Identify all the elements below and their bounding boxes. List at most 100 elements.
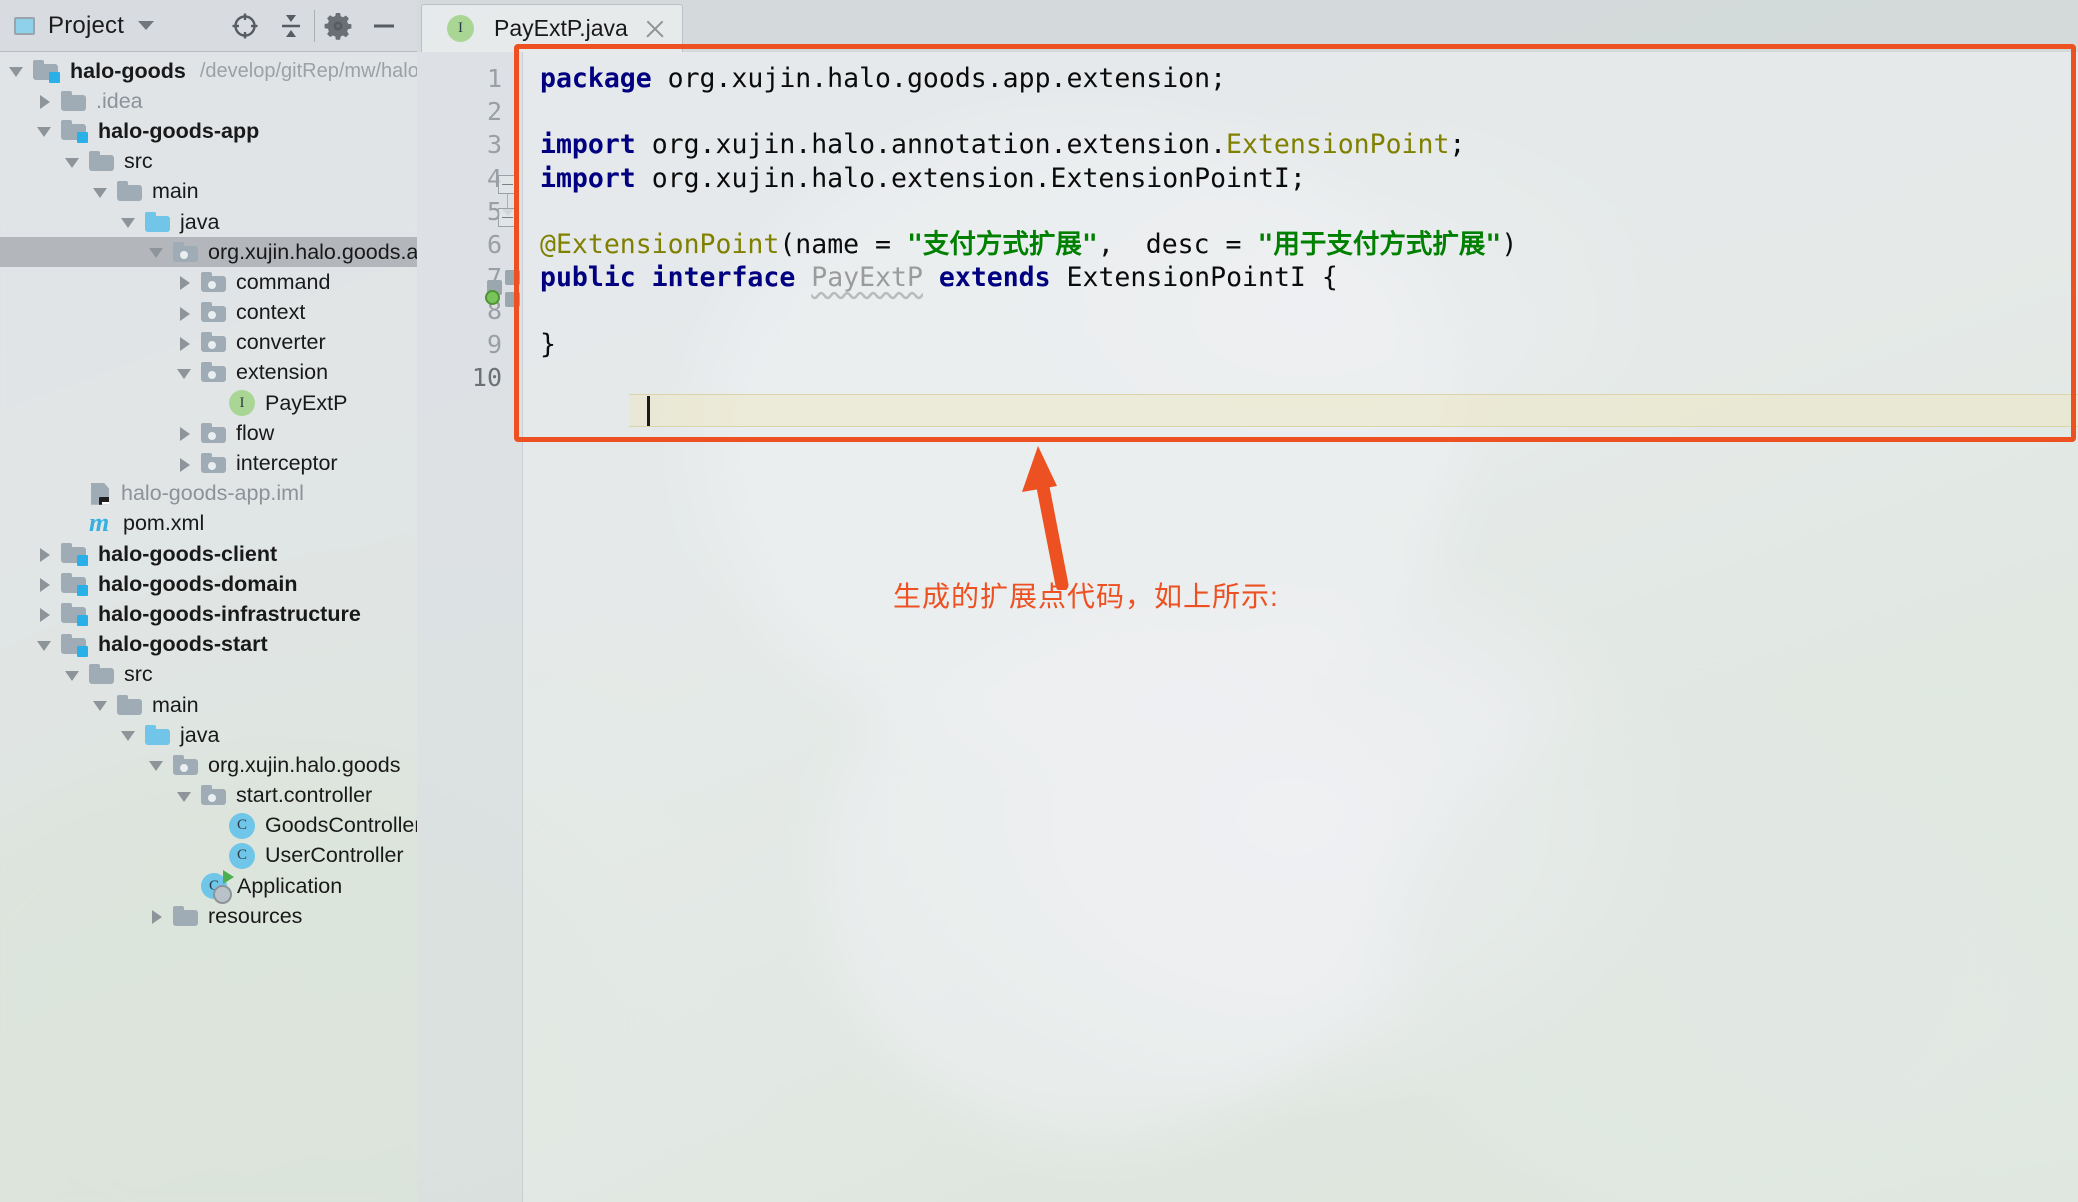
tree-row-idea[interactable]: .idea xyxy=(0,86,417,116)
expand-arrow-icon[interactable] xyxy=(174,302,196,324)
expand-arrow-icon[interactable] xyxy=(174,271,196,293)
tree-row-halo-goods-infrastructure[interactable]: halo-goods-infrastructure xyxy=(0,599,417,629)
code-line[interactable]: package org.xujin.halo.goods.app.extensi… xyxy=(540,62,1517,95)
tree-row-halo-goods-app[interactable]: halo-goods-app xyxy=(0,116,417,146)
tree-item-label: main xyxy=(152,179,199,204)
tree-row-flow[interactable]: flow xyxy=(0,418,417,448)
expand-arrow-icon[interactable] xyxy=(34,573,56,595)
tree-row-org-xujin-halo-goods[interactable]: org.xujin.halo.goods xyxy=(0,750,417,780)
tree-row-root[interactable]: halo-goods /develop/gitRep/mw/halo-g xyxy=(0,56,417,86)
tree-item-label: halo-goods-infrastructure xyxy=(98,601,361,626)
tree-row-src[interactable]: src xyxy=(0,147,417,177)
collapse-arrow-icon[interactable] xyxy=(62,664,84,686)
code-line[interactable]: @ExtensionPoint(name = "支付方式扩展", desc = … xyxy=(540,228,1517,261)
code-token: import xyxy=(540,129,636,161)
tree-row-pom-xml[interactable]: m pom.xml xyxy=(0,509,417,539)
code-line[interactable]: } xyxy=(540,328,1517,361)
code-text[interactable]: package org.xujin.halo.goods.app.extensi… xyxy=(523,62,1517,394)
tree-row-extension[interactable]: extension xyxy=(0,358,417,388)
code-line[interactable]: import org.xujin.halo.extension.Extensio… xyxy=(540,162,1517,195)
tree-row-goodscontroller[interactable]: C GoodsController xyxy=(0,811,417,841)
collapse-arrow-icon[interactable] xyxy=(118,211,140,233)
tree-row-java[interactable]: java xyxy=(0,207,417,237)
source-folder-icon xyxy=(145,211,170,232)
collapse-arrow-icon[interactable] xyxy=(174,785,196,807)
tree-item-label: extension xyxy=(236,360,329,385)
folder-icon xyxy=(173,905,198,926)
tree-row-halo-goods-domain[interactable]: halo-goods-domain xyxy=(0,569,417,599)
tree-row-interceptor[interactable]: interceptor xyxy=(0,448,417,478)
expand-arrow-icon[interactable] xyxy=(6,60,28,82)
tree-item-label: halo-goods-app xyxy=(98,118,260,143)
code-editor[interactable]: 1 2 3 4 5 6 7 8 9 10 package org.xujin.halo.goods… xyxy=(417,52,2078,1202)
code-line[interactable] xyxy=(540,361,1517,394)
line-number: 1 xyxy=(486,64,502,93)
collapse-arrow-icon[interactable] xyxy=(62,151,84,173)
collapse-arrow-icon[interactable] xyxy=(90,694,112,716)
tree-item-label: Application xyxy=(237,873,343,898)
minimize-icon[interactable] xyxy=(361,3,407,49)
tree-row-java[interactable]: java xyxy=(0,720,417,750)
tree-row-start-controller[interactable]: start.controller xyxy=(0,781,417,811)
code-token: ) xyxy=(1501,228,1518,260)
run-extension-marker-icon[interactable] xyxy=(485,290,500,305)
fold-marker-icon[interactable] xyxy=(498,208,517,227)
collapse-arrow-icon[interactable] xyxy=(118,724,140,746)
folder-icon xyxy=(89,151,114,172)
gear-icon[interactable] xyxy=(315,3,361,49)
code-line[interactable]: import org.xujin.halo.annotation.extensi… xyxy=(540,128,1517,161)
tab-label: PayExtP.java xyxy=(494,15,628,41)
code-line[interactable]: public interface PayExtP extends Extensi… xyxy=(540,261,1517,294)
code-line[interactable] xyxy=(540,195,1517,228)
tree-row-application[interactable]: C Application xyxy=(0,870,417,905)
tree-row-halo-goods-start[interactable]: halo-goods-start xyxy=(0,630,417,660)
project-view-icon xyxy=(14,16,35,35)
tree-row-halo-goods-client[interactable]: halo-goods-client xyxy=(0,539,417,569)
extension-point-marker-icon[interactable] xyxy=(505,270,520,285)
tree-row-context[interactable]: context xyxy=(0,298,417,328)
expand-arrow-icon[interactable] xyxy=(34,90,56,112)
code-line[interactable] xyxy=(540,95,1517,128)
line-number: 3 xyxy=(486,130,502,160)
tree-row-resources[interactable]: resources xyxy=(0,901,417,931)
tree-row-main[interactable]: main xyxy=(0,177,417,207)
code-line[interactable] xyxy=(540,294,1517,327)
code-token: "支付方式扩展" xyxy=(906,228,1098,260)
expand-arrow-icon[interactable] xyxy=(174,453,196,475)
collapse-arrow-icon[interactable] xyxy=(146,241,168,263)
package-folder-icon xyxy=(201,302,226,323)
editor-gutter[interactable]: 1 2 3 4 5 6 7 8 9 10 xyxy=(417,52,523,1202)
expand-arrow-icon[interactable] xyxy=(34,603,56,625)
tree-row-halo-goods-app-iml[interactable]: halo-goods-app.iml xyxy=(0,479,417,509)
collapse-arrow-icon[interactable] xyxy=(174,362,196,384)
tree-row-org-xujin-halo-goods-app[interactable]: org.xujin.halo.goods.app xyxy=(0,237,417,268)
expand-arrow-icon[interactable] xyxy=(34,543,56,565)
tree-row-command[interactable]: command xyxy=(0,267,417,297)
tool-window-header: Project xyxy=(0,0,417,52)
tree-row-payextp[interactable]: I PayExtP xyxy=(0,388,417,418)
extension-point-marker-icon[interactable] xyxy=(505,292,520,307)
tree-row-main[interactable]: main xyxy=(0,690,417,720)
locate-icon[interactable] xyxy=(222,3,268,49)
fold-marker-icon[interactable] xyxy=(498,175,517,194)
package-folder-icon xyxy=(201,332,226,353)
close-icon[interactable] xyxy=(644,18,666,40)
tree-row-converter[interactable]: converter xyxy=(0,328,417,358)
tree-row-usercontroller[interactable]: C UserController xyxy=(0,841,417,871)
project-tree[interactable]: halo-goods /develop/gitRep/mw/halo-g .id… xyxy=(0,52,417,1202)
tree-item-label: java xyxy=(180,209,220,234)
expand-arrow-icon[interactable] xyxy=(174,422,196,444)
tab-payextp-java[interactable]: I PayExtP.java xyxy=(421,4,683,52)
expand-arrow-icon[interactable] xyxy=(146,905,168,927)
code-surface[interactable]: package org.xujin.halo.goods.app.extensi… xyxy=(523,52,2078,1202)
collapse-arrow-icon[interactable] xyxy=(146,754,168,776)
collapse-arrow-icon[interactable] xyxy=(90,181,112,203)
collapse-all-icon[interactable] xyxy=(268,3,314,49)
chevron-down-icon[interactable] xyxy=(138,21,155,30)
collapse-arrow-icon[interactable] xyxy=(34,120,56,142)
tree-row-src[interactable]: src xyxy=(0,660,417,690)
tree-indent-spacer xyxy=(174,875,196,897)
collapse-arrow-icon[interactable] xyxy=(34,634,56,656)
line-number: 9 xyxy=(486,329,502,359)
expand-arrow-icon[interactable] xyxy=(174,332,196,354)
